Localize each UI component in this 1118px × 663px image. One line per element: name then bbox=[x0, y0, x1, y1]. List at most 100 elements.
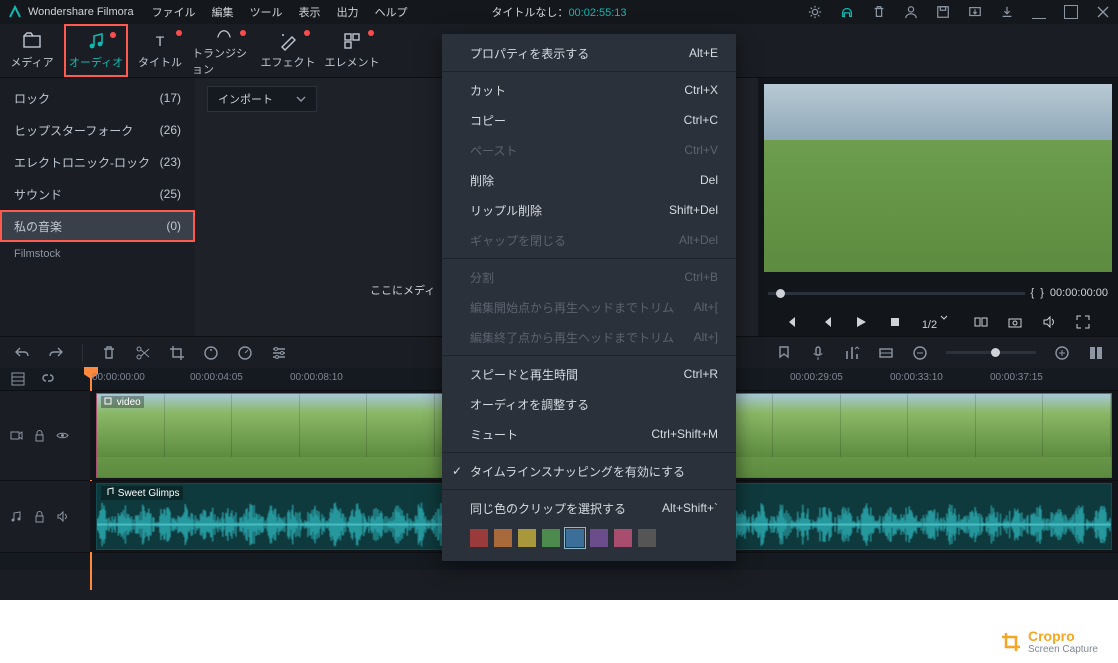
sidebar-item-mymusic[interactable]: 私の音楽(0) bbox=[0, 210, 195, 242]
menu-item[interactable]: ミュートCtrl+Shift+M bbox=[442, 419, 736, 449]
zoom-in-icon[interactable] bbox=[1054, 345, 1070, 361]
menu-item: ギャップを閉じるAlt+Del bbox=[442, 225, 736, 255]
color-swatch[interactable] bbox=[614, 529, 632, 547]
drop-hint: ここにメディ bbox=[370, 282, 435, 298]
split-icon[interactable] bbox=[135, 345, 151, 361]
sidebar-item-rock[interactable]: ロック(17) bbox=[0, 82, 195, 114]
user-icon[interactable] bbox=[904, 5, 918, 19]
titlebar: Wondershare Filmora ファイル 編集 ツール 表示 出力 ヘル… bbox=[0, 0, 1118, 24]
preview-slider[interactable] bbox=[768, 292, 1025, 295]
crop-icon[interactable] bbox=[169, 345, 185, 361]
context-menu: プロパティを表示するAlt+E カットCtrl+XコピーCtrl+CペーストCtr… bbox=[442, 34, 736, 561]
play-icon[interactable] bbox=[854, 315, 868, 329]
stop-icon[interactable] bbox=[888, 315, 902, 329]
window-maximize[interactable] bbox=[1064, 5, 1078, 19]
fullscreen-icon[interactable] bbox=[1076, 315, 1090, 329]
undo-icon[interactable] bbox=[14, 345, 30, 361]
speed-icon[interactable] bbox=[237, 345, 253, 361]
filmstock-link[interactable]: Filmstock bbox=[0, 242, 195, 266]
app-logo-icon bbox=[8, 5, 22, 19]
volume-icon[interactable] bbox=[1042, 315, 1056, 329]
menu-tools[interactable]: ツール bbox=[250, 4, 283, 20]
audio-mixer-icon[interactable] bbox=[844, 345, 860, 361]
trash-icon[interactable] bbox=[872, 5, 886, 19]
render-icon[interactable] bbox=[878, 345, 894, 361]
color-swatch[interactable] bbox=[590, 529, 608, 547]
sidebar-item-hipster[interactable]: ヒップスターフォーク(26) bbox=[0, 114, 195, 146]
compare-icon[interactable] bbox=[974, 315, 988, 329]
notify-dot-icon bbox=[110, 32, 116, 38]
zoom-slider[interactable] bbox=[946, 351, 1036, 354]
color-swatch[interactable] bbox=[494, 529, 512, 547]
menu-item: 分割Ctrl+B bbox=[442, 262, 736, 292]
tab-audio[interactable]: オーディオ bbox=[64, 24, 128, 77]
color-icon[interactable] bbox=[203, 345, 219, 361]
preview-panel: { } 00:00:00:00 1/2 bbox=[758, 78, 1118, 336]
menu-item[interactable]: コピーCtrl+C bbox=[442, 105, 736, 135]
chevron-down-icon bbox=[296, 94, 306, 104]
tab-element[interactable]: エレメント bbox=[320, 24, 384, 77]
menu-item[interactable]: 同じ色のクリップを選択するAlt+Shift+` bbox=[442, 493, 736, 523]
settings-icon[interactable] bbox=[271, 345, 287, 361]
tab-media[interactable]: メディア bbox=[0, 24, 64, 77]
delete-icon[interactable] bbox=[101, 345, 117, 361]
color-swatch[interactable] bbox=[470, 529, 488, 547]
download-icon[interactable] bbox=[1000, 5, 1014, 19]
app-title: Wondershare Filmora bbox=[28, 6, 134, 18]
project-title: タイトルなし：00:02:55:13 bbox=[491, 4, 626, 20]
save-icon[interactable] bbox=[936, 5, 950, 19]
lock-icon[interactable] bbox=[33, 429, 46, 442]
menu-output[interactable]: 出力 bbox=[337, 4, 359, 20]
audio-track-icon bbox=[10, 510, 23, 523]
watermark: Cropro Screen Capture bbox=[1000, 628, 1098, 655]
menu-item[interactable]: オーディオを調整する bbox=[442, 389, 736, 419]
sidebar-item-sound[interactable]: サウンド(25) bbox=[0, 178, 195, 210]
menu-item[interactable]: 削除Del bbox=[442, 165, 736, 195]
step-back-icon[interactable] bbox=[786, 315, 800, 329]
preview-timecode: 00:00:00:00 bbox=[1050, 287, 1108, 299]
menu-item[interactable]: タイムラインスナッピングを有効にする bbox=[442, 456, 736, 486]
eye-icon[interactable] bbox=[56, 429, 69, 442]
color-swatch[interactable] bbox=[566, 529, 584, 547]
menu-item[interactable]: プロパティを表示するAlt+E bbox=[442, 38, 736, 68]
menubar: ファイル 編集 ツール 表示 出力 ヘルプ bbox=[152, 4, 408, 20]
brightness-icon[interactable] bbox=[808, 5, 822, 19]
redo-icon[interactable] bbox=[48, 345, 64, 361]
playback-ratio[interactable]: 1/2 bbox=[922, 314, 954, 331]
menu-view[interactable]: 表示 bbox=[299, 4, 321, 20]
track-manager-icon[interactable] bbox=[10, 371, 26, 387]
color-swatch[interactable] bbox=[542, 529, 560, 547]
menu-help[interactable]: ヘルプ bbox=[375, 4, 408, 20]
preview-video[interactable] bbox=[764, 84, 1112, 272]
menu-item[interactable]: カットCtrl+X bbox=[442, 75, 736, 105]
window-close[interactable] bbox=[1096, 5, 1110, 19]
svg-text:T: T bbox=[156, 33, 165, 49]
menu-item: 編集終了点から再生ヘッドまでトリムAlt+] bbox=[442, 322, 736, 352]
mute-icon[interactable] bbox=[56, 510, 69, 523]
zoom-out-icon[interactable] bbox=[912, 345, 928, 361]
tab-transition[interactable]: トランジション bbox=[192, 24, 256, 77]
record-voice-icon[interactable] bbox=[810, 345, 826, 361]
prev-frame-icon[interactable] bbox=[820, 315, 834, 329]
menu-item: ペーストCtrl+V bbox=[442, 135, 736, 165]
lock-icon[interactable] bbox=[33, 510, 46, 523]
menu-item[interactable]: スピードと再生時間Ctrl+R bbox=[442, 359, 736, 389]
sidebar-item-electro[interactable]: エレクトロニック-ロック(23) bbox=[0, 146, 195, 178]
sidebar: ロック(17) ヒップスターフォーク(26) エレクトロニック-ロック(23) … bbox=[0, 78, 195, 336]
zoom-fit-icon[interactable] bbox=[1088, 345, 1104, 361]
menu-edit[interactable]: 編集 bbox=[212, 4, 234, 20]
headphones-icon[interactable] bbox=[840, 5, 854, 19]
export-icon[interactable] bbox=[968, 5, 982, 19]
import-button[interactable]: インポート bbox=[207, 86, 317, 112]
menu-item[interactable]: リップル削除Shift+Del bbox=[442, 195, 736, 225]
tab-title[interactable]: T タイトル bbox=[128, 24, 192, 77]
tab-effect[interactable]: エフェクト bbox=[256, 24, 320, 77]
menu-item: 編集開始点から再生ヘッドまでトリムAlt+[ bbox=[442, 292, 736, 322]
color-swatch[interactable] bbox=[518, 529, 536, 547]
snapshot-icon[interactable] bbox=[1008, 315, 1022, 329]
menu-file[interactable]: ファイル bbox=[152, 4, 196, 20]
marker-icon[interactable] bbox=[776, 345, 792, 361]
window-minimize[interactable] bbox=[1032, 5, 1046, 19]
color-swatch[interactable] bbox=[638, 529, 656, 547]
link-icon[interactable] bbox=[40, 371, 56, 387]
